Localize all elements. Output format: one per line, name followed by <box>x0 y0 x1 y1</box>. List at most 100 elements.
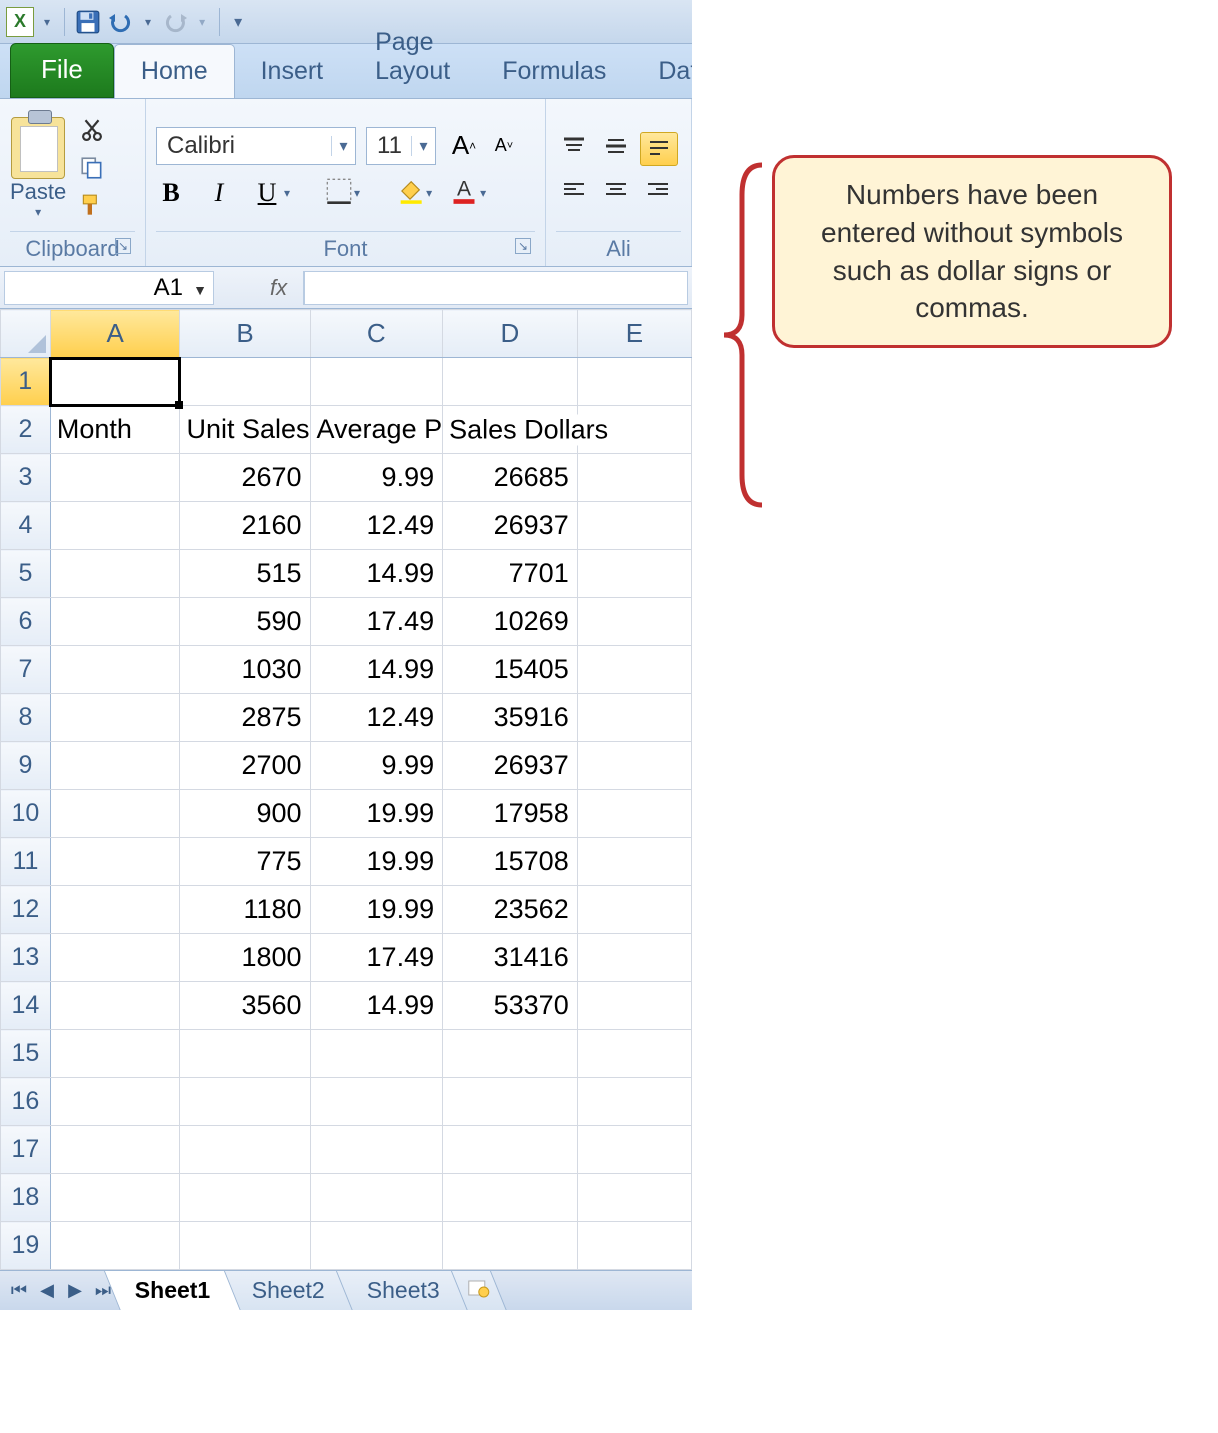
row-header-16[interactable]: 16 <box>1 1078 51 1126</box>
borders-dropdown[interactable]: ▾ <box>354 186 360 200</box>
cell-A13[interactable] <box>50 934 180 982</box>
cell-D5[interactable]: 7701 <box>443 550 578 598</box>
row-header-11[interactable]: 11 <box>1 838 51 886</box>
cell-B16[interactable] <box>180 1078 310 1126</box>
cell-B5[interactable]: 515 <box>180 550 310 598</box>
sheet-tab-sheet2[interactable]: Sheet2 <box>221 1271 356 1311</box>
align-middle-button[interactable] <box>598 132 634 160</box>
cell-C8[interactable]: 12.49 <box>310 694 443 742</box>
cell-B15[interactable] <box>180 1030 310 1078</box>
cell-D14[interactable]: 53370 <box>443 982 578 1030</box>
row-header-19[interactable]: 19 <box>1 1222 51 1270</box>
cell-E14[interactable] <box>577 982 691 1030</box>
cell-E8[interactable] <box>577 694 691 742</box>
cell-B8[interactable]: 2875 <box>180 694 310 742</box>
cell-E11[interactable] <box>577 838 691 886</box>
cell-E1[interactable] <box>577 358 691 406</box>
cell-D13[interactable]: 31416 <box>443 934 578 982</box>
col-header-A[interactable]: A <box>50 310 180 358</box>
cell-A17[interactable] <box>50 1126 180 1174</box>
row-header-13[interactable]: 13 <box>1 934 51 982</box>
cell-C9[interactable]: 9.99 <box>310 742 443 790</box>
align-right-button[interactable] <box>640 176 676 204</box>
italic-button[interactable]: I <box>204 178 234 208</box>
tab-home[interactable]: Home <box>114 44 235 98</box>
col-header-D[interactable]: D <box>443 310 578 358</box>
chevron-down-icon[interactable]: ▾ <box>411 136 435 156</box>
cell-E15[interactable] <box>577 1030 691 1078</box>
cell-D11[interactable]: 15708 <box>443 838 578 886</box>
shrink-font-button[interactable]: A˅ <box>486 128 522 164</box>
cell-B10[interactable]: 900 <box>180 790 310 838</box>
cell-D16[interactable] <box>443 1078 578 1126</box>
fill-color-button[interactable] <box>396 177 424 210</box>
row-header-4[interactable]: 4 <box>1 502 51 550</box>
align-left-button[interactable] <box>556 176 592 204</box>
cell-C4[interactable]: 12.49 <box>310 502 443 550</box>
cell-D12[interactable]: 23562 <box>443 886 578 934</box>
cell-A15[interactable] <box>50 1030 180 1078</box>
cell-E10[interactable] <box>577 790 691 838</box>
cell-E13[interactable] <box>577 934 691 982</box>
cell-A8[interactable] <box>50 694 180 742</box>
cell-A2[interactable]: Month <box>50 406 180 454</box>
cell-B13[interactable]: 1800 <box>180 934 310 982</box>
cell-D2[interactable]: Sales Dollars <box>443 406 578 454</box>
cell-C2[interactable]: Average P <box>310 406 443 454</box>
cell-E5[interactable] <box>577 550 691 598</box>
redo-button[interactable] <box>161 8 189 36</box>
cell-B17[interactable] <box>180 1126 310 1174</box>
sheet-tab-sheet3[interactable]: Sheet3 <box>336 1271 471 1311</box>
format-painter-button[interactable] <box>76 190 108 222</box>
cell-E6[interactable] <box>577 598 691 646</box>
cell-A4[interactable] <box>50 502 180 550</box>
cut-button[interactable] <box>76 114 108 146</box>
underline-dropdown[interactable]: ▾ <box>284 186 290 200</box>
row-header-3[interactable]: 3 <box>1 454 51 502</box>
cell-C12[interactable]: 19.99 <box>310 886 443 934</box>
font-color-button[interactable]: A <box>450 177 478 210</box>
undo-dropdown[interactable]: ▾ <box>141 15 155 29</box>
insert-function-button[interactable]: fx <box>254 271 304 305</box>
paste-button[interactable]: Paste ▾ <box>10 117 66 219</box>
undo-button[interactable] <box>107 8 135 36</box>
next-sheet-button[interactable]: ▶ <box>62 1278 88 1304</box>
cell-D15[interactable] <box>443 1030 578 1078</box>
cell-B11[interactable]: 775 <box>180 838 310 886</box>
cell-A10[interactable] <box>50 790 180 838</box>
cell-E4[interactable] <box>577 502 691 550</box>
cell-D17[interactable] <box>443 1126 578 1174</box>
cell-C15[interactable] <box>310 1030 443 1078</box>
cell-D9[interactable]: 26937 <box>443 742 578 790</box>
borders-button[interactable] <box>326 178 352 209</box>
tab-insert[interactable]: Insert <box>235 45 350 98</box>
tab-page-layout[interactable]: Page Layout <box>349 16 476 98</box>
chevron-down-icon[interactable]: ▼ <box>193 282 207 298</box>
paste-dropdown[interactable]: ▾ <box>31 205 45 219</box>
chevron-down-icon[interactable]: ▾ <box>331 136 355 156</box>
clipboard-launcher[interactable]: ↘ <box>115 238 131 254</box>
tab-file[interactable]: File <box>10 43 114 98</box>
cell-E3[interactable] <box>577 454 691 502</box>
row-header-9[interactable]: 9 <box>1 742 51 790</box>
cell-C11[interactable]: 19.99 <box>310 838 443 886</box>
col-header-C[interactable]: C <box>310 310 443 358</box>
cell-A11[interactable] <box>50 838 180 886</box>
cell-D4[interactable]: 26937 <box>443 502 578 550</box>
cell-B12[interactable]: 1180 <box>180 886 310 934</box>
cell-E12[interactable] <box>577 886 691 934</box>
cell-E7[interactable] <box>577 646 691 694</box>
row-header-15[interactable]: 15 <box>1 1030 51 1078</box>
wrap-text-button[interactable] <box>640 132 678 166</box>
name-box[interactable]: A1 ▼ <box>4 271 214 305</box>
cell-A12[interactable] <box>50 886 180 934</box>
underline-button[interactable]: U <box>252 178 282 208</box>
worksheet-grid[interactable]: A B C D E 12MonthUnit SalesAverage PSale… <box>0 309 692 1270</box>
cell-B14[interactable]: 3560 <box>180 982 310 1030</box>
cell-C16[interactable] <box>310 1078 443 1126</box>
align-top-button[interactable] <box>556 132 592 160</box>
cell-C1[interactable] <box>310 358 443 406</box>
col-header-B[interactable]: B <box>180 310 310 358</box>
cell-B4[interactable]: 2160 <box>180 502 310 550</box>
row-header-14[interactable]: 14 <box>1 982 51 1030</box>
